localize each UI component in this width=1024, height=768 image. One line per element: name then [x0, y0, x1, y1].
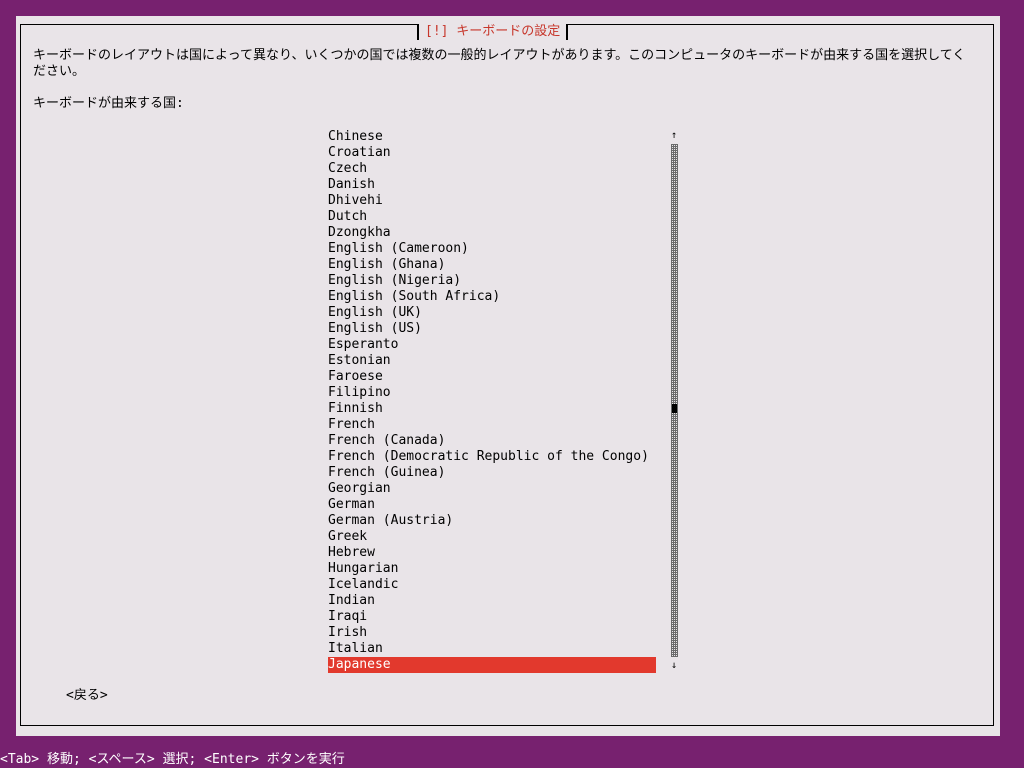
list-item[interactable]: English (Nigeria): [328, 273, 656, 289]
scroll-track[interactable]: [671, 144, 678, 657]
list-item[interactable]: German: [328, 497, 656, 513]
country-list[interactable]: Chinese Croatian Czech Danish Dhivehi Du…: [328, 129, 656, 673]
list-item[interactable]: Chinese: [328, 129, 656, 145]
list-item[interactable]: Estonian: [328, 353, 656, 369]
scroll-up-arrow-icon[interactable]: ↑: [668, 129, 680, 143]
list-item[interactable]: English (South Africa): [328, 289, 656, 305]
keyboard-help-bar: <Tab> 移動; <スペース> 選択; <Enter> ボタンを実行: [0, 752, 345, 767]
list-item[interactable]: French (Democratic Republic of the Congo…: [328, 449, 656, 465]
list-item[interactable]: Italian: [328, 641, 656, 657]
list-item[interactable]: Esperanto: [328, 337, 656, 353]
list-item[interactable]: English (Ghana): [328, 257, 656, 273]
list-item[interactable]: English (Cameroon): [328, 241, 656, 257]
back-button[interactable]: <戻る>: [64, 688, 110, 704]
list-item[interactable]: French (Canada): [328, 433, 656, 449]
scroll-thumb[interactable]: [672, 404, 677, 413]
list-item[interactable]: French (Guinea): [328, 465, 656, 481]
country-prompt-label: キーボードが由来する国:: [33, 96, 184, 111]
list-item[interactable]: English (UK): [328, 305, 656, 321]
list-item[interactable]: Irish: [328, 625, 656, 641]
dialog-description: キーボードのレイアウトは国によって異なり、いくつかの国では複数の一般的レイアウト…: [33, 48, 966, 79]
list-item[interactable]: Finnish: [328, 401, 656, 417]
list-item[interactable]: Icelandic: [328, 577, 656, 593]
list-item-selected[interactable]: Japanese: [328, 657, 656, 673]
list-item[interactable]: Dutch: [328, 209, 656, 225]
list-item[interactable]: Iraqi: [328, 609, 656, 625]
list-item[interactable]: Hebrew: [328, 545, 656, 561]
dialog-title: [!] キーボードの設定: [417, 24, 569, 40]
keyboard-config-dialog: [!] キーボードの設定 キーボードのレイアウトは国によって異なり、いくつかの国…: [16, 16, 1000, 736]
list-item[interactable]: English (US): [328, 321, 656, 337]
list-scrollbar[interactable]: ↑ ↓: [668, 129, 680, 673]
list-item[interactable]: Filipino: [328, 385, 656, 401]
list-item[interactable]: Danish: [328, 177, 656, 193]
list-item[interactable]: Hungarian: [328, 561, 656, 577]
list-item[interactable]: Czech: [328, 161, 656, 177]
list-item[interactable]: Indian: [328, 593, 656, 609]
list-item[interactable]: French: [328, 417, 656, 433]
list-item[interactable]: Dzongkha: [328, 225, 656, 241]
list-item[interactable]: Georgian: [328, 481, 656, 497]
list-item[interactable]: Faroese: [328, 369, 656, 385]
list-item[interactable]: Dhivehi: [328, 193, 656, 209]
list-item[interactable]: Croatian: [328, 145, 656, 161]
list-item[interactable]: German (Austria): [328, 513, 656, 529]
scroll-down-arrow-icon[interactable]: ↓: [668, 659, 680, 673]
list-item[interactable]: Greek: [328, 529, 656, 545]
